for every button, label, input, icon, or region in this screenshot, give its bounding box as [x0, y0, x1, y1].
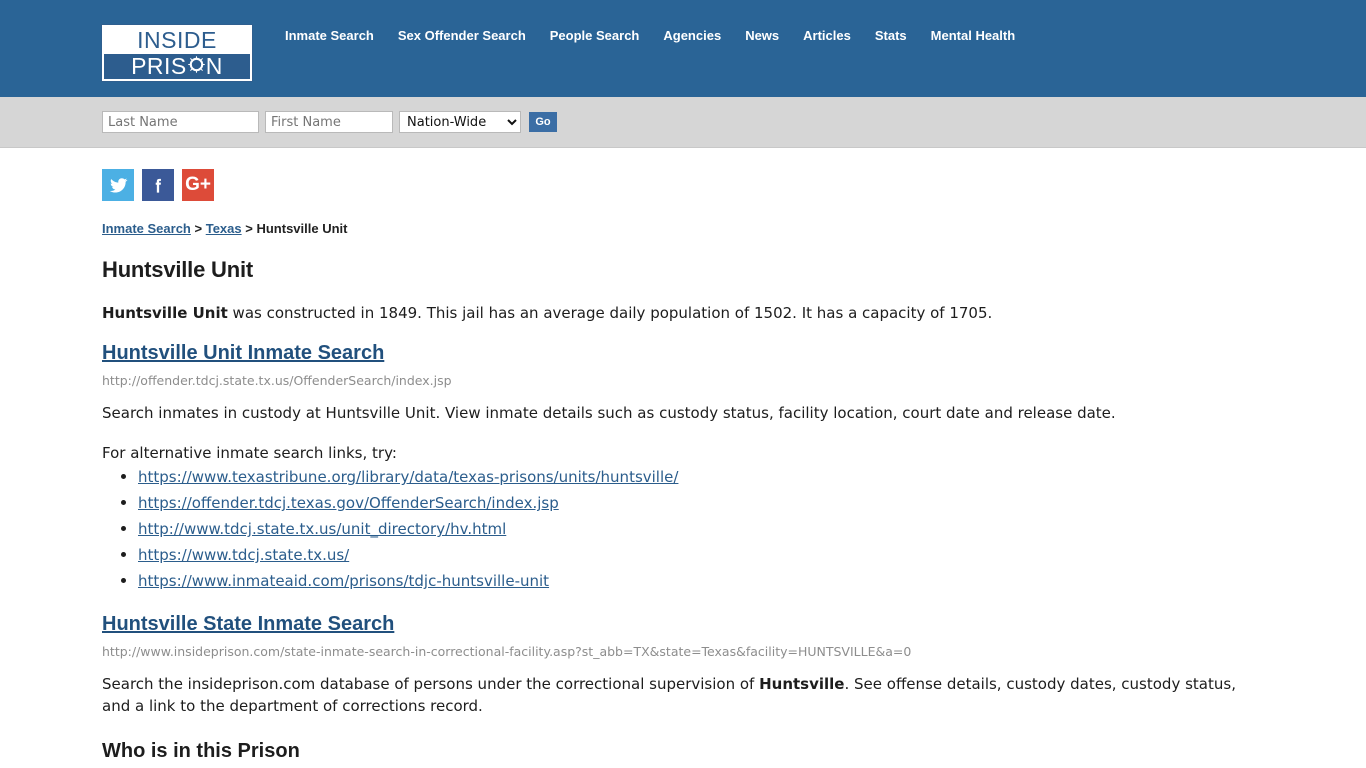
- breadcrumb-separator-2: >: [245, 221, 253, 236]
- state-inmate-search-description: Search the insideprison.com database of …: [102, 674, 1264, 718]
- nav-item-agencies[interactable]: Agencies: [663, 28, 721, 43]
- facility-intro-text: was constructed in 1849. This jail has a…: [227, 304, 993, 322]
- search-go-button[interactable]: Go: [529, 112, 557, 132]
- last-name-input[interactable]: [102, 111, 259, 133]
- breadcrumb-item-inmate-search[interactable]: Inmate Search: [102, 221, 191, 236]
- page-content: G+ Inmate Search > Texas > Huntsville Un…: [0, 169, 1366, 763]
- first-name-input[interactable]: [265, 111, 393, 133]
- nav-item-mental-health[interactable]: Mental Health: [931, 28, 1016, 43]
- search-scope-select[interactable]: Nation-Wide: [399, 111, 521, 133]
- list-item: https://www.inmateaid.com/prisons/tdjc-h…: [138, 568, 1264, 594]
- facility-name-bold: Huntsville Unit: [102, 304, 228, 322]
- list-item: http://www.tdcj.state.tx.us/unit_directo…: [138, 516, 1264, 542]
- alternative-link-inmateaid[interactable]: https://www.inmateaid.com/prisons/tdjc-h…: [138, 572, 549, 590]
- alternative-link-tdcj-home[interactable]: https://www.tdcj.state.tx.us/: [138, 546, 349, 564]
- facility-intro-paragraph: Huntsville Unit was constructed in 1849.…: [102, 303, 1264, 323]
- nav-item-stats[interactable]: Stats: [875, 28, 907, 43]
- main-navigation: Inmate Search Sex Offender Search People…: [285, 28, 1015, 43]
- logo-bottom-text-after: N: [205, 52, 223, 79]
- alternative-links-list: https://www.texastribune.org/library/dat…: [102, 464, 1264, 594]
- alternative-link-texastribune[interactable]: https://www.texastribune.org/library/dat…: [138, 468, 678, 486]
- state-description-before: Search the insideprison.com database of …: [102, 675, 760, 693]
- page-title: Huntsville Unit: [102, 257, 254, 282]
- nav-item-inmate-search[interactable]: Inmate Search: [285, 28, 374, 43]
- facebook-icon[interactable]: [142, 169, 174, 201]
- breadcrumb: Inmate Search > Texas > Huntsville Unit: [102, 221, 1264, 236]
- breadcrumb-item-texas[interactable]: Texas: [206, 221, 242, 236]
- section-heading-state-inmate-search: Huntsville State Inmate Search: [102, 613, 1264, 636]
- nav-item-sex-offender-search[interactable]: Sex Offender Search: [398, 28, 526, 43]
- state-inmate-search-url: http://www.insideprison.com/state-inmate…: [102, 644, 912, 659]
- list-item: https://offender.tdcj.texas.gov/Offender…: [138, 490, 1264, 516]
- list-item: https://www.tdcj.state.tx.us/: [138, 542, 1264, 568]
- social-share-bar: G+: [102, 169, 1264, 201]
- logo-bottom-text: PRIS N: [104, 52, 250, 79]
- twitter-icon[interactable]: [102, 169, 134, 201]
- inmate-search-url: http://offender.tdcj.state.tx.us/Offende…: [102, 373, 452, 389]
- nav-item-people-search[interactable]: People Search: [550, 28, 640, 43]
- inmate-search-description: Search inmates in custody at Huntsville …: [102, 404, 1116, 423]
- alternative-links-intro: For alternative inmate search links, try…: [102, 444, 397, 462]
- inmate-search-link[interactable]: Huntsville Unit Inmate Search: [102, 342, 384, 364]
- site-header: INSIDE PRIS N Inmate Search Sex Offender…: [0, 0, 1366, 97]
- alternative-link-tdcj-unit-directory[interactable]: http://www.tdcj.state.tx.us/unit_directo…: [138, 520, 506, 538]
- alternative-link-tdcj-offender[interactable]: https://offender.tdcj.texas.gov/Offender…: [138, 494, 559, 512]
- barbed-circle-icon: [187, 55, 206, 78]
- nav-item-articles[interactable]: Articles: [803, 28, 851, 43]
- quick-search-bar: Nation-Wide Go: [0, 97, 1366, 148]
- list-item: https://www.texastribune.org/library/dat…: [138, 464, 1264, 490]
- breadcrumb-item-current: Huntsville Unit: [256, 221, 348, 236]
- breadcrumb-separator-1: >: [194, 221, 203, 236]
- google-plus-icon[interactable]: G+: [182, 169, 214, 201]
- who-is-in-this-prison-heading: Who is in this Prison: [102, 739, 300, 762]
- state-inmate-search-link[interactable]: Huntsville State Inmate Search: [102, 613, 394, 635]
- logo-top-text: INSIDE: [104, 27, 250, 54]
- site-logo[interactable]: INSIDE PRIS N: [102, 25, 252, 81]
- nav-item-news[interactable]: News: [745, 28, 779, 43]
- section-heading-inmate-search: Huntsville Unit Inmate Search: [102, 342, 1264, 365]
- state-description-bold: Huntsville: [759, 675, 845, 693]
- logo-bottom-text-before: PRIS: [131, 52, 187, 79]
